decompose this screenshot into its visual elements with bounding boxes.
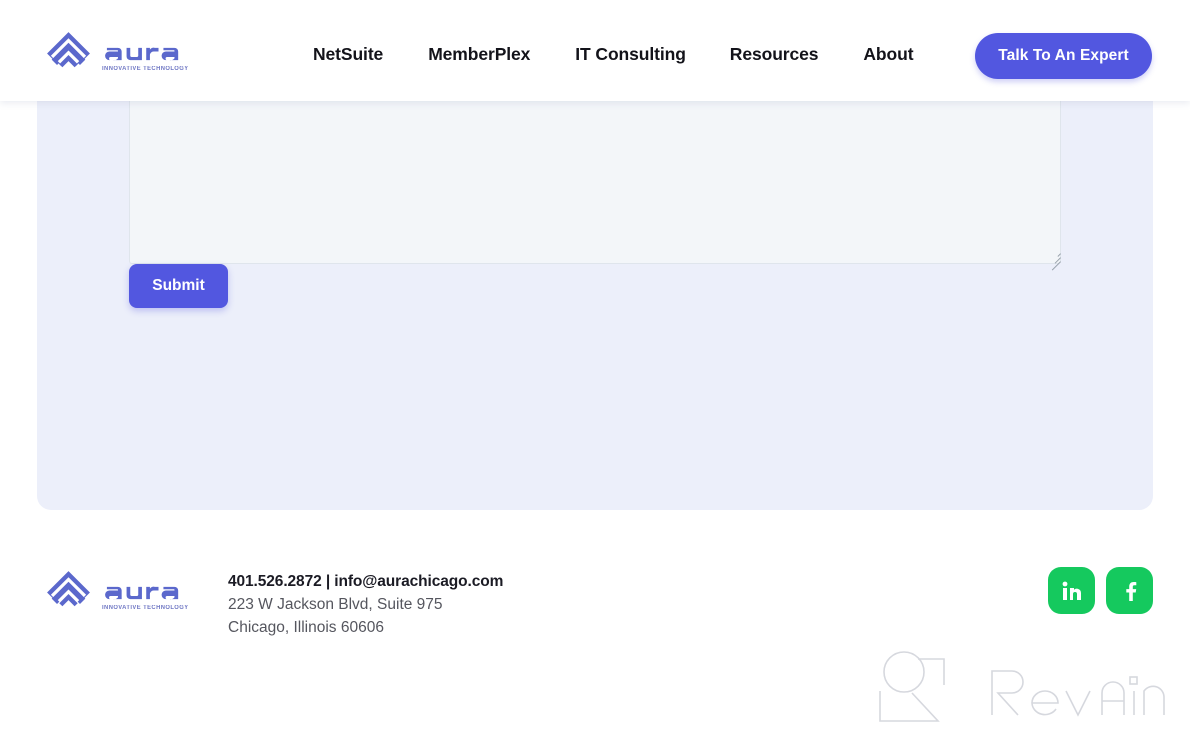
facebook-icon [1125,581,1136,601]
nav-item-resources[interactable]: Resources [730,44,819,65]
talk-to-an-expert-button[interactable]: Talk To An Expert [975,33,1152,79]
header-logo-text: INNOVATIVE TECHNOLOGY [102,36,191,72]
footer-contact-block: 401.526.2872 | info@aurachicago.com 223 … [228,570,503,639]
site-footer: INNOVATIVE TECHNOLOGY 401.526.2872 | inf… [0,530,1190,753]
footer-logo-tagline: INNOVATIVE TECHNOLOGY [102,604,189,611]
linkedin-icon [1062,581,1081,600]
main-navigation: NetSuite MemberPlex IT Consulting Resour… [313,44,914,65]
facebook-button[interactable] [1106,567,1153,614]
site-header: INNOVATIVE TECHNOLOGY NetSuite MemberPle… [0,0,1190,101]
aura-logo-icon [47,571,90,607]
nav-item-about[interactable]: About [863,44,913,65]
submit-button[interactable]: Submit [129,264,228,308]
nav-item-it-consulting[interactable]: IT Consulting [575,44,686,65]
header-logo-tagline: INNOVATIVE TECHNOLOGY [102,65,189,72]
aura-logo-icon [47,32,90,68]
footer-logo-text: INNOVATIVE TECHNOLOGY [102,575,191,611]
contact-phone-email[interactable]: 401.526.2872 | info@aurachicago.com [228,570,503,593]
contact-address-line-1: 223 W Jackson Blvd, Suite 975 [228,596,443,613]
nav-item-memberplex[interactable]: MemberPlex [428,44,530,65]
contact-address-line-2: Chicago, Illinois 60606 [228,619,384,636]
footer-logo[interactable]: INNOVATIVE TECHNOLOGY [44,568,191,617]
aura-wordmark-icon [105,47,179,60]
nav-item-netsuite[interactable]: NetSuite [313,44,383,65]
message-textarea[interactable] [129,101,1061,264]
linkedin-button[interactable] [1048,567,1095,614]
header-logo[interactable]: INNOVATIVE TECHNOLOGY [44,29,191,78]
social-links [1048,567,1153,614]
aura-wordmark-icon [105,586,179,599]
page-root: Submit INNOVATIVE TECHNOLOGY NetSuite Me… [0,0,1190,753]
